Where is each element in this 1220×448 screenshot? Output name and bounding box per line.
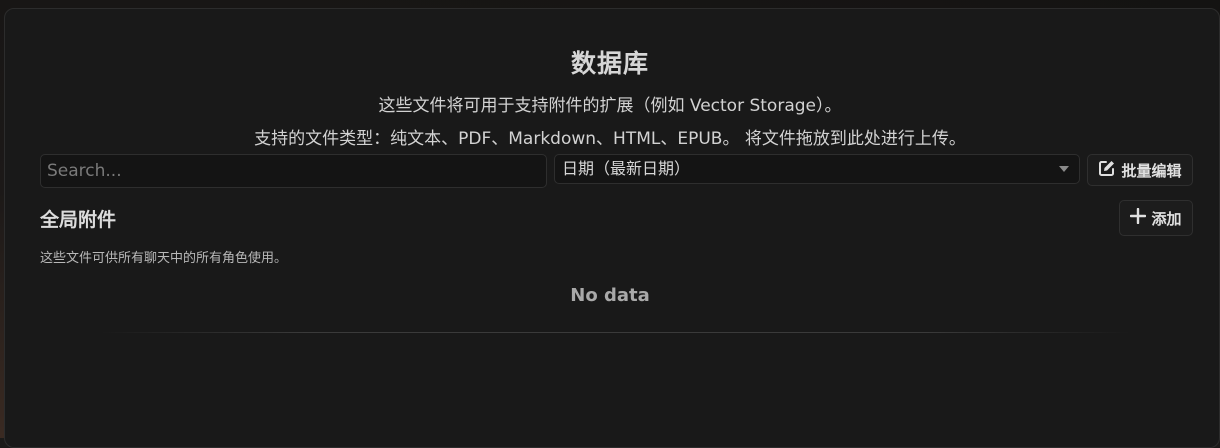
add-label: 添加 <box>1151 209 1182 228</box>
search-input[interactable] <box>40 154 547 188</box>
sort-selected-value: 日期（最新日期） <box>562 159 691 178</box>
global-attachments-title: 全局附件 <box>40 209 117 231</box>
bulk-edit-button[interactable]: 批量编辑 <box>1087 154 1193 186</box>
empty-state-text: No data <box>570 285 650 306</box>
page-title: 数据库 <box>570 49 649 78</box>
bulk-edit-label: 批量编辑 <box>1121 161 1182 180</box>
add-button[interactable]: 添加 <box>1119 200 1193 236</box>
sort-select[interactable]: 日期（最新日期） <box>554 154 1080 184</box>
edit-icon <box>1098 159 1116 181</box>
global-attachments-description: 这些文件可供所有聊天中的所有角色使用。 <box>40 251 288 266</box>
divider <box>100 332 1130 333</box>
supported-types-text: 支持的文件类型：纯文本、PDF、Markdown、HTML、EPUB。 将文件拖… <box>254 129 966 149</box>
chevron-down-icon <box>1059 166 1069 172</box>
description-text: 这些文件将可用于支持附件的扩展（例如 Vector Storage）。 <box>378 96 842 116</box>
plus-icon <box>1130 207 1147 228</box>
